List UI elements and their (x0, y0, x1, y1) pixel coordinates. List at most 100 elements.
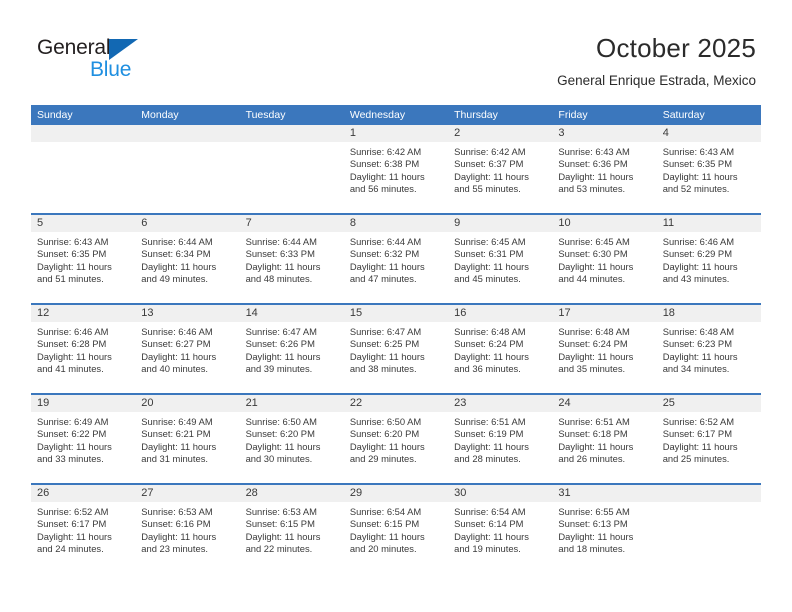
calendar-day-cell[interactable]: 24 Sunrise: 6:51 AM Sunset: 6:18 PM Dayligh… (552, 395, 657, 483)
calendar-day-cell[interactable]: 2 Sunrise: 6:42 AM Sunset: 6:37 PM Daylight… (448, 125, 553, 213)
calendar-day-cell[interactable]: 18 Sunrise: 6:48 AM Sunset: 6:23 PM Dayligh… (656, 305, 761, 393)
day-details: Sunrise: 6:48 AM Sunset: 6:23 PM Daylight:… (657, 322, 761, 376)
day-number: 17 (552, 305, 657, 322)
calendar-day-cell[interactable]: 11 Sunrise: 6:46 AM Sunset: 6:29 PM Dayligh… (656, 215, 761, 303)
sunset-text: Sunset: 6:26 PM (245, 338, 315, 350)
sunset-text: Sunset: 6:34 PM (141, 248, 211, 260)
daylight-text-line1: Daylight: 11 hours (37, 530, 112, 542)
daylight-text-line2: and 20 minutes. (349, 543, 417, 555)
sunset-text: Sunset: 6:22 PM (37, 428, 107, 440)
calendar-day-cell[interactable]: 26 Sunrise: 6:52 AM Sunset: 6:17 PM Dayligh… (31, 485, 136, 575)
day-number: 16 (448, 305, 553, 322)
weekday-header-wednesday: Wednesday (349, 109, 406, 121)
day-details: Sunrise: 6:42 AM Sunset: 6:37 PM Daylight:… (448, 142, 552, 196)
sunrise-text: Sunrise: 6:48 AM (454, 326, 526, 337)
calendar-day-cell[interactable]: 5 Sunrise: 6:43 AM Sunset: 6:35 PM Daylight… (31, 215, 136, 303)
day-number (656, 485, 761, 502)
calendar-day-cell[interactable]: 13 Sunrise: 6:46 AM Sunset: 6:27 PM Dayligh… (135, 305, 240, 393)
sunrise-text: Sunrise: 6:46 AM (662, 236, 735, 247)
day-number: 28 (239, 485, 344, 502)
daylight-text-line1: Daylight: 11 hours (558, 530, 634, 542)
daylight-text-line2: and 30 minutes. (245, 453, 313, 465)
calendar-day-cell[interactable]: 7 Sunrise: 6:44 AM Sunset: 6:33 PM Daylight… (239, 215, 344, 303)
daylight-text-line2: and 25 minutes. (662, 453, 730, 465)
day-number (239, 125, 344, 142)
calendar-day-cell[interactable]: 6 Sunrise: 6:44 AM Sunset: 6:34 PM Daylight… (135, 215, 240, 303)
calendar-day-cell[interactable]: 1 Sunrise: 6:42 AM Sunset: 6:38 PM Daylight… (343, 125, 449, 213)
day-details: Sunrise: 6:46 AM Sunset: 6:28 PM Daylight:… (31, 322, 135, 376)
daylight-text-line2: and 40 minutes. (141, 363, 208, 375)
calendar-day-cell[interactable]: 4 Sunrise: 6:43 AM Sunset: 6:35 PM Daylight… (656, 125, 761, 213)
calendar-day-cell[interactable]: 30 Sunrise: 6:54 AM Sunset: 6:14 PM Dayligh… (448, 485, 553, 575)
sunrise-text: Sunrise: 6:53 AM (141, 506, 213, 517)
calendar-day-cell[interactable]: 22 Sunrise: 6:50 AM Sunset: 6:20 PM Dayligh… (343, 395, 449, 483)
day-number: 15 (343, 305, 449, 322)
daylight-text-line1: Daylight: 11 hours (662, 260, 738, 272)
day-details: Sunrise: 6:49 AM Sunset: 6:22 PM Daylight:… (31, 412, 135, 466)
calendar-day-cell[interactable]: 12 Sunrise: 6:46 AM Sunset: 6:28 PM Dayligh… (31, 305, 136, 393)
sunrise-text: Sunrise: 6:44 AM (245, 236, 317, 247)
day-number: 21 (239, 395, 344, 412)
calendar-day-cell-empty (239, 125, 344, 213)
calendar-day-cell[interactable]: 8 Sunrise: 6:44 AM Sunset: 6:32 PM Daylight… (343, 215, 449, 303)
day-details: Sunrise: 6:46 AM Sunset: 6:27 PM Daylight:… (135, 322, 239, 376)
sunset-text: Sunset: 6:31 PM (454, 248, 524, 260)
calendar-day-cell[interactable]: 10 Sunrise: 6:45 AM Sunset: 6:30 PM Dayligh… (552, 215, 657, 303)
calendar-week-row: 5 Sunrise: 6:43 AM Sunset: 6:35 PM Daylight… (31, 215, 761, 305)
sunset-text: Sunset: 6:21 PM (141, 428, 211, 440)
daylight-text-line2: and 48 minutes. (245, 273, 313, 285)
title-block: October 2025 General Enrique Estrada, Me… (557, 32, 756, 89)
daylight-text-line1: Daylight: 11 hours (245, 350, 321, 362)
day-details: Sunrise: 6:53 AM Sunset: 6:15 PM Daylight:… (240, 502, 344, 556)
calendar-day-cell[interactable]: 21 Sunrise: 6:50 AM Sunset: 6:20 PM Dayligh… (239, 395, 344, 483)
calendar-day-cell[interactable]: 9 Sunrise: 6:45 AM Sunset: 6:31 PM Daylight… (448, 215, 553, 303)
sunset-text: Sunset: 6:20 PM (245, 428, 315, 440)
calendar-day-cell[interactable]: 25 Sunrise: 6:52 AM Sunset: 6:17 PM Dayligh… (656, 395, 761, 483)
calendar-day-cell[interactable]: 23 Sunrise: 6:51 AM Sunset: 6:19 PM Dayligh… (448, 395, 553, 483)
sunset-text: Sunset: 6:15 PM (349, 518, 420, 530)
calendar-day-cell[interactable]: 14 Sunrise: 6:47 AM Sunset: 6:26 PM Dayligh… (239, 305, 344, 393)
daylight-text-line1: Daylight: 11 hours (349, 530, 425, 542)
sunset-text: Sunset: 6:36 PM (558, 158, 628, 170)
calendar-day-cell[interactable]: 16 Sunrise: 6:48 AM Sunset: 6:24 PM Dayligh… (448, 305, 553, 393)
sunrise-text: Sunrise: 6:43 AM (37, 236, 109, 247)
daylight-text-line2: and 18 minutes. (558, 543, 626, 555)
calendar-day-cell-empty (656, 485, 761, 575)
weekday-header-thursday: Thursday (454, 109, 498, 121)
day-number: 6 (135, 215, 240, 232)
calendar-week-row: 1 Sunrise: 6:42 AM Sunset: 6:38 PM Daylight… (31, 125, 761, 215)
day-number: 3 (552, 125, 657, 142)
day-details: Sunrise: 6:45 AM Sunset: 6:31 PM Daylight:… (448, 232, 552, 286)
sunrise-text: Sunrise: 6:44 AM (141, 236, 213, 247)
calendar-day-cell[interactable]: 28 Sunrise: 6:53 AM Sunset: 6:15 PM Dayligh… (239, 485, 344, 575)
daylight-text-line2: and 33 minutes. (37, 453, 104, 465)
day-number (135, 125, 240, 142)
day-number: 29 (343, 485, 449, 502)
calendar-day-cell[interactable]: 27 Sunrise: 6:53 AM Sunset: 6:16 PM Dayligh… (135, 485, 240, 575)
calendar-day-cell[interactable]: 3 Sunrise: 6:43 AM Sunset: 6:36 PM Daylight… (552, 125, 657, 213)
calendar-day-cell[interactable]: 31 Sunrise: 6:55 AM Sunset: 6:13 PM Dayligh… (552, 485, 657, 575)
sunset-text: Sunset: 6:33 PM (245, 248, 315, 260)
day-details: Sunrise: 6:54 AM Sunset: 6:15 PM Daylight:… (344, 502, 448, 556)
daylight-text-line1: Daylight: 11 hours (558, 260, 634, 272)
daylight-text-line1: Daylight: 11 hours (141, 530, 217, 542)
day-details: Sunrise: 6:52 AM Sunset: 6:17 PM Daylight:… (31, 502, 135, 556)
calendar-day-cell[interactable]: 19 Sunrise: 6:49 AM Sunset: 6:22 PM Dayligh… (31, 395, 136, 483)
daylight-text-line1: Daylight: 11 hours (558, 350, 634, 362)
day-details: Sunrise: 6:50 AM Sunset: 6:20 PM Daylight:… (240, 412, 344, 466)
sunrise-text: Sunrise: 6:43 AM (558, 146, 630, 157)
page-title: October 2025 (596, 33, 756, 63)
sunset-text: Sunset: 6:27 PM (141, 338, 211, 350)
generalblue-logo[interactable]: General Blue (37, 36, 167, 84)
daylight-text-line2: and 22 minutes. (245, 543, 313, 555)
daylight-text-line1: Daylight: 11 hours (245, 440, 321, 452)
calendar-day-cell[interactable]: 15 Sunrise: 6:47 AM Sunset: 6:25 PM Dayligh… (343, 305, 449, 393)
calendar-day-cell[interactable]: 17 Sunrise: 6:48 AM Sunset: 6:24 PM Dayligh… (552, 305, 657, 393)
calendar-day-cell[interactable]: 29 Sunrise: 6:54 AM Sunset: 6:15 PM Dayligh… (343, 485, 449, 575)
day-number: 8 (343, 215, 449, 232)
calendar-day-cell[interactable]: 20 Sunrise: 6:49 AM Sunset: 6:21 PM Dayligh… (135, 395, 240, 483)
sunset-text: Sunset: 6:37 PM (454, 158, 524, 170)
calendar-weeks: 1 Sunrise: 6:42 AM Sunset: 6:38 PM Daylight… (31, 125, 761, 575)
weekday-header-monday: Monday (141, 109, 179, 121)
sunrise-text: Sunrise: 6:48 AM (662, 326, 735, 337)
